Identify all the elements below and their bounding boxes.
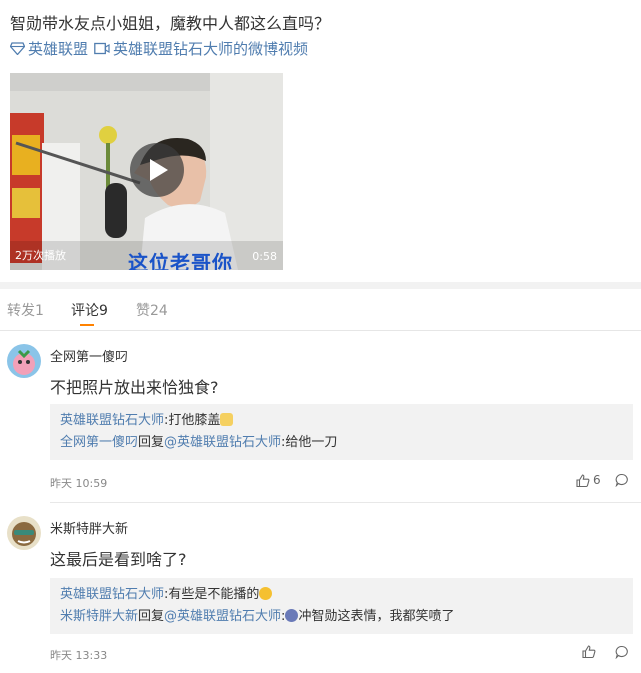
comment-time: 昨天 13:33 <box>50 649 108 662</box>
comment-text: 这最后是看到啥了? <box>50 550 187 569</box>
video-duration: 0:58 <box>252 250 277 263</box>
avatar-image <box>7 516 41 550</box>
video-caption: 这位老哥你 <box>128 251 233 270</box>
reply-line: 英雄联盟钻石大师:打他膝盖 <box>60 410 623 432</box>
like-count: 6 <box>593 473 601 487</box>
reply-verb: 回复 <box>138 609 165 624</box>
avatar-image <box>7 344 41 378</box>
reply-text: :给他一刀 <box>281 435 338 450</box>
reply-mention[interactable]: @英雄联盟钻石大师 <box>164 609 281 624</box>
thumbs-up-icon <box>582 645 596 658</box>
comment-text: 不把照片放出来恰独食? <box>50 378 219 397</box>
reply-mention[interactable]: @英雄联盟钻石大师 <box>164 435 281 450</box>
reply-button[interactable] <box>615 645 629 659</box>
reply-button[interactable] <box>615 473 629 487</box>
topic-link-label: 英雄联盟 <box>28 40 89 58</box>
play-button[interactable] <box>130 143 184 197</box>
emoji-icon <box>285 609 299 622</box>
tab-likes[interactable]: 赞24 <box>136 300 168 320</box>
reply-text: 冲智勋这表情，我都笑喷了 <box>298 609 455 624</box>
video-player[interactable]: 这位老哥你 2万次播放 0:58 <box>10 73 283 270</box>
tab-comments[interactable]: 评论9 <box>71 300 108 320</box>
reply-author[interactable]: 英雄联盟钻石大师 <box>60 413 164 428</box>
reply-line: 米斯特胖大新回复@英雄联盟钻石大师: 冲智勋这表情，我都笑喷了 <box>60 609 455 624</box>
post-text: 智勋带水友点小姐姐，魔教中人都这么直吗？ <box>10 14 331 33</box>
section-divider <box>0 282 641 289</box>
tab-bar: 转发1 评论9 赞24 <box>0 300 641 331</box>
comment-icon <box>615 645 628 659</box>
reply-line: 英雄联盟钻石大师:有些是不能播的 <box>60 584 623 606</box>
comment-icon <box>615 473 628 487</box>
like-button[interactable] <box>582 645 599 658</box>
reply-author[interactable]: 英雄联盟钻石大师 <box>60 587 164 602</box>
video-link[interactable]: 英雄联盟钻石大师的微博视频 <box>94 38 308 59</box>
avatar[interactable] <box>7 344 41 378</box>
comment-username[interactable]: 全网第一傻叼 <box>50 346 128 365</box>
video-link-label: 英雄联盟钻石大师的微博视频 <box>113 40 309 58</box>
play-count: 2万次播放 <box>15 249 66 262</box>
comment-separator <box>50 502 641 503</box>
reply-text: :有些是不能播的 <box>164 587 260 602</box>
post-links: 英雄联盟 英雄联盟钻石大师的微博视频 <box>10 38 308 59</box>
avatar[interactable] <box>7 516 41 550</box>
comment-username[interactable]: 米斯特胖大新 <box>50 518 128 537</box>
reply-author[interactable]: 全网第一傻叼 <box>60 435 138 450</box>
reply-author[interactable]: 米斯特胖大新 <box>60 609 138 624</box>
like-button[interactable]: 6 <box>576 473 601 487</box>
active-tab-indicator <box>80 324 94 326</box>
emoji-icon <box>220 413 234 426</box>
reply-text: :打他膝盖 <box>164 413 221 428</box>
tab-reposts[interactable]: 转发1 <box>7 300 44 320</box>
comment-time: 昨天 10:59 <box>50 477 108 490</box>
thumbs-up-icon <box>576 473 590 487</box>
topic-link[interactable]: 英雄联盟 <box>10 38 88 59</box>
reply-thread[interactable]: 英雄联盟钻石大师:打他膝盖 全网第一傻叼回复@英雄联盟钻石大师:给他一刀 <box>50 404 633 460</box>
reply-verb: 回复 <box>138 435 165 450</box>
video-icon <box>94 42 110 55</box>
play-icon <box>150 159 168 181</box>
reply-thread[interactable]: 英雄联盟钻石大师:有些是不能播的 米斯特胖大新回复@英雄联盟钻石大师: 冲智勋这表… <box>50 578 633 634</box>
reply-line: 全网第一傻叼回复@英雄联盟钻石大师:给他一刀 <box>60 432 623 454</box>
diamond-icon <box>10 42 25 55</box>
emoji-icon <box>259 587 273 600</box>
